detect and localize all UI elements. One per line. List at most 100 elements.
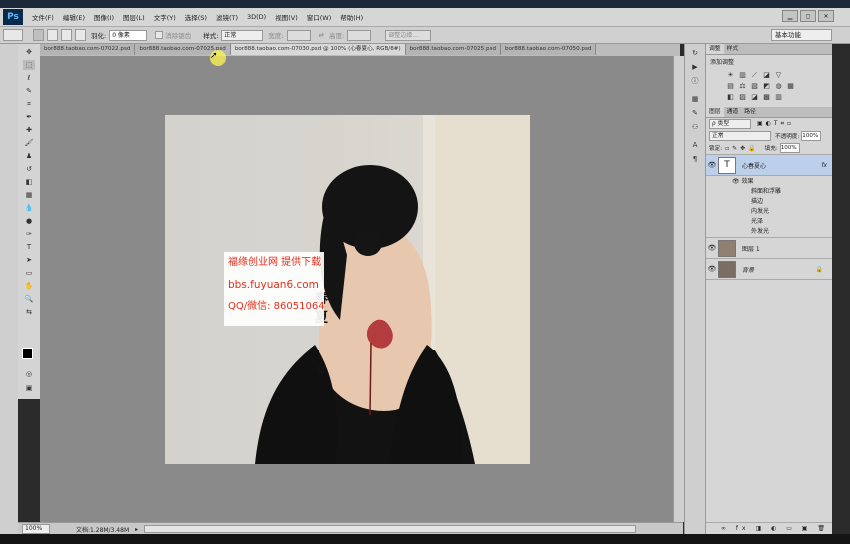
clone-stamp-tool-icon[interactable]: ♟: [23, 151, 35, 161]
levels-icon[interactable]: ▥: [738, 71, 747, 79]
refine-edge-button[interactable]: 调整边缘...: [385, 29, 432, 41]
feather-input[interactable]: 0 像素: [109, 29, 148, 41]
visibility-eye-icon[interactable]: 👁: [706, 265, 718, 273]
pen-tool-icon[interactable]: ✑: [23, 229, 35, 239]
swatches-icon[interactable]: ▦: [689, 94, 701, 104]
marquee-preset-icon[interactable]: [3, 29, 23, 41]
layer-row[interactable]: 👁 背景 🔒: [706, 259, 833, 280]
effect-item[interactable]: 描边: [706, 197, 833, 207]
eraser-tool-icon[interactable]: ◧: [23, 177, 35, 187]
eyedropper-tool-icon[interactable]: ✒: [23, 112, 35, 122]
doc-tab[interactable]: bor888.taobao.com-07022.psd: [40, 44, 136, 55]
layer-kind-select[interactable]: ρ 类型: [709, 119, 751, 129]
type-tool-icon[interactable]: T: [23, 242, 35, 252]
layer-filter-icons[interactable]: ▣◐T⌗▫: [757, 120, 794, 128]
menu-filter[interactable]: 滤镜(T): [216, 12, 238, 22]
menu-select[interactable]: 选择(S): [185, 12, 207, 22]
quick-mask-icon[interactable]: ◎: [23, 369, 35, 379]
close-button[interactable]: ✕: [818, 10, 834, 22]
effect-item[interactable]: 外发光: [706, 227, 833, 238]
healing-brush-tool-icon[interactable]: ✚: [23, 125, 35, 135]
fx-badge[interactable]: fx: [821, 162, 827, 169]
menu-type[interactable]: 文字(Y): [154, 12, 176, 22]
brush-presets-icon[interactable]: ✎: [689, 108, 701, 118]
gradient-map-icon[interactable]: ▽: [774, 71, 783, 79]
threshold-icon[interactable]: ◪: [750, 93, 759, 101]
status-arrow-icon[interactable]: ▸: [135, 526, 138, 533]
layers-footer-icons[interactable]: ∞ fx ◨ ◐ ▭ ▣ 🗑: [706, 522, 833, 534]
menu-help[interactable]: 帮助(H): [340, 12, 363, 22]
blend-mode-select[interactable]: 正常: [709, 131, 771, 141]
clone-source-icon[interactable]: ⚇: [689, 122, 701, 132]
effect-item[interactable]: 光泽: [706, 217, 833, 227]
tab-channels[interactable]: 通道: [724, 107, 742, 117]
screen-mode-icon[interactable]: ▣: [23, 383, 35, 393]
lasso-tool-icon[interactable]: ℓ: [23, 73, 35, 83]
default-colors-icon[interactable]: ⇆: [23, 307, 35, 317]
menu-layer[interactable]: 图层(L): [123, 12, 145, 22]
fill-input[interactable]: 100%: [779, 143, 800, 153]
selective-color-icon[interactable]: ▩: [762, 93, 771, 101]
subtract-selection-icon[interactable]: [61, 29, 72, 41]
visibility-eye-icon[interactable]: 👁: [706, 244, 718, 252]
shape-tool-icon[interactable]: ▭: [23, 268, 35, 278]
effect-item[interactable]: 斜面和浮雕: [706, 187, 833, 197]
info-icon[interactable]: ⓘ: [689, 76, 701, 86]
add-selection-icon[interactable]: [47, 29, 58, 41]
zoom-tool-icon[interactable]: 🔍: [23, 294, 35, 304]
gradient-map-icon[interactable]: ▥: [774, 93, 783, 101]
foreground-color-swatch[interactable]: [22, 348, 33, 359]
layer-row-selected[interactable]: 👁 T 心春夏心 fx: [706, 155, 833, 176]
menu-image[interactable]: 图像(I): [94, 12, 114, 22]
gradient-tool-icon[interactable]: ▦: [23, 190, 35, 200]
hue-saturation-icon[interactable]: ⚖: [738, 82, 747, 90]
move-tool-icon[interactable]: ✥: [23, 47, 35, 57]
tab-adjustments[interactable]: 调整: [706, 44, 724, 54]
vertical-scrollbar[interactable]: [673, 56, 684, 522]
channel-mixer-icon[interactable]: ▦: [786, 82, 795, 90]
blur-tool-icon[interactable]: 💧: [23, 203, 35, 213]
invert-icon[interactable]: ◧: [726, 93, 735, 101]
layer-row[interactable]: 👁 图层 1: [706, 238, 833, 259]
menu-3d[interactable]: 3D(D): [247, 13, 266, 21]
visibility-eye-icon[interactable]: 👁: [706, 161, 718, 169]
intersect-selection-icon[interactable]: [75, 29, 86, 41]
path-select-tool-icon[interactable]: ➤: [23, 255, 35, 265]
brightness-icon[interactable]: ☀: [726, 71, 735, 79]
menu-edit[interactable]: 编辑(E): [63, 12, 85, 22]
effect-item[interactable]: 内发光: [706, 207, 833, 217]
quick-select-tool-icon[interactable]: ✎: [23, 86, 35, 96]
horizontal-scrollbar[interactable]: [144, 525, 637, 533]
document-image[interactable]: 春夏 ♡: [165, 115, 530, 464]
antialias-checkbox[interactable]: [155, 31, 164, 39]
history-icon[interactable]: ↻: [689, 48, 701, 58]
photo-filter-icon[interactable]: ◍: [774, 82, 783, 90]
exposure-icon[interactable]: ◪: [762, 71, 771, 79]
hand-tool-icon[interactable]: ✋: [23, 281, 35, 291]
swap-icon[interactable]: ⇄: [319, 31, 324, 39]
width-input[interactable]: [286, 29, 311, 41]
maximize-button[interactable]: ◻: [800, 10, 816, 22]
dodge-tool-icon[interactable]: ●: [23, 216, 35, 226]
zoom-level[interactable]: 100%: [22, 524, 50, 534]
brush-tool-icon[interactable]: 🖌: [23, 138, 35, 148]
menu-window[interactable]: 窗口(W): [307, 12, 332, 22]
marquee-tool-icon[interactable]: ⬚: [23, 60, 35, 70]
crop-tool-icon[interactable]: ⌗: [23, 99, 35, 109]
tab-paths[interactable]: 路径: [741, 107, 759, 117]
menu-view[interactable]: 视图(V): [275, 12, 298, 22]
actions-play-icon[interactable]: ▶: [689, 62, 701, 72]
doc-tab-active[interactable]: bor888.taobao.com-07030.psd @ 100% (心春夏心…: [230, 44, 406, 55]
tab-styles[interactable]: 样式: [724, 44, 742, 54]
menu-file[interactable]: 文件(F): [32, 12, 54, 22]
opacity-input[interactable]: 100%: [801, 131, 822, 141]
color-balance-icon[interactable]: ▧: [750, 82, 759, 90]
new-selection-icon[interactable]: [33, 29, 44, 41]
height-input[interactable]: [347, 29, 372, 41]
posterize-icon[interactable]: ▨: [738, 93, 747, 101]
doc-tab[interactable]: bor888.taobao.com-07050.psd: [501, 44, 597, 55]
doc-tab[interactable]: bor888.taobao.com-07025.psd: [405, 44, 502, 55]
paragraph-icon[interactable]: ¶: [689, 154, 701, 164]
black-white-icon[interactable]: ◩: [762, 82, 771, 90]
style-select[interactable]: 正常: [221, 29, 264, 41]
